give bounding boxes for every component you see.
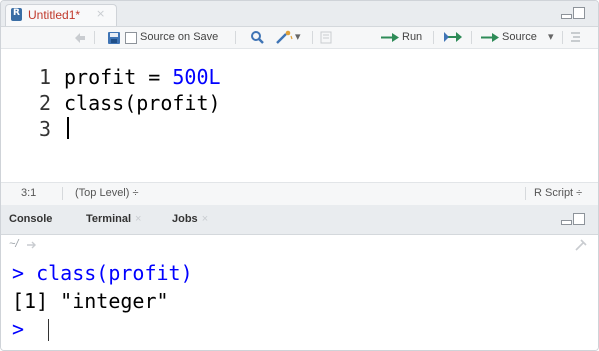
line-number: 3 (38, 117, 51, 141)
minimize-icon[interactable] (561, 14, 572, 19)
line-number: 2 (38, 91, 51, 115)
code-number-literal: 500L (172, 65, 221, 89)
rstudio-window: Untitled1* × Source on Save ▾ (0, 0, 599, 351)
r-file-icon (11, 8, 22, 21)
code-line-1[interactable]: profit = 500L (64, 65, 221, 89)
maximize-icon[interactable] (573, 7, 585, 19)
outline-icon[interactable] (570, 31, 581, 43)
goto-directory-icon[interactable] (26, 240, 38, 250)
editor-tab-bar: Untitled1* × (1, 1, 598, 27)
console-window-controls (561, 213, 587, 227)
search-icon[interactable] (250, 30, 265, 45)
source-editor[interactable]: 1 profit = 500L 2 class(profit) 3 (1, 49, 598, 181)
editor-status-bar: 3:1 (Top Level) ÷ R Script ÷ (1, 182, 598, 206)
line-number: 1 (38, 65, 51, 89)
text-cursor (67, 117, 69, 139)
tab-console[interactable]: Console (9, 213, 52, 225)
source-button[interactable]: Source (502, 31, 537, 43)
code-text: class(profit) (64, 91, 221, 115)
source-arrow-icon[interactable] (480, 33, 500, 42)
editor-tab-label: Untitled1* (28, 8, 81, 22)
close-tab-icon[interactable]: × (96, 7, 105, 20)
rerun-icon[interactable] (443, 31, 463, 43)
console-output[interactable]: > class(profit) [1] "integer" > (1, 255, 598, 350)
tab-terminal[interactable]: Terminal × (86, 213, 141, 225)
console-tab-bar: Console Terminal × Jobs × (1, 205, 598, 235)
working-directory[interactable]: ~/ (9, 238, 18, 250)
code-line-2[interactable]: class(profit) (64, 91, 221, 115)
console-command-line: > class(profit) (12, 261, 193, 285)
clear-console-icon[interactable] (574, 239, 588, 251)
source-dropdown-caret[interactable]: ▾ (548, 30, 554, 43)
minimize-icon[interactable] (561, 220, 572, 225)
tab-label: Terminal (86, 213, 132, 225)
console-cursor (48, 319, 49, 341)
editor-toolbar: Source on Save ▾ Run Source ▾ (1, 27, 598, 49)
magic-wand-icon[interactable] (275, 30, 293, 45)
source-on-save-checkbox[interactable] (125, 32, 137, 44)
file-type-selector[interactable]: R Script ÷ (534, 187, 582, 199)
close-tab-icon[interactable]: × (202, 213, 208, 225)
scope-selector[interactable]: (Top Level) ÷ (75, 187, 139, 199)
run-arrow-icon[interactable] (380, 33, 400, 42)
editor-tab-untitled1[interactable]: Untitled1* × (5, 4, 117, 26)
tab-label: Console (9, 213, 53, 225)
console-path-bar: ~/ (1, 235, 598, 255)
run-button[interactable]: Run (402, 31, 422, 43)
code-text: profit = (64, 65, 173, 89)
back-arrow-icon[interactable] (73, 31, 87, 44)
cursor-position: 3:1 (21, 187, 37, 199)
tab-jobs[interactable]: Jobs × (172, 213, 208, 225)
console-result-line: [1] "integer" (12, 289, 169, 313)
close-tab-icon[interactable]: × (135, 213, 141, 225)
editor-window-controls (561, 7, 587, 21)
console-prompt[interactable]: > (12, 317, 24, 341)
maximize-icon[interactable] (573, 213, 585, 225)
save-icon[interactable] (107, 31, 121, 45)
compile-report-icon[interactable] (320, 31, 332, 44)
tab-label: Jobs (172, 213, 198, 225)
code-tools-dropdown-caret[interactable]: ▾ (295, 30, 301, 43)
source-on-save-label[interactable]: Source on Save (140, 31, 218, 43)
